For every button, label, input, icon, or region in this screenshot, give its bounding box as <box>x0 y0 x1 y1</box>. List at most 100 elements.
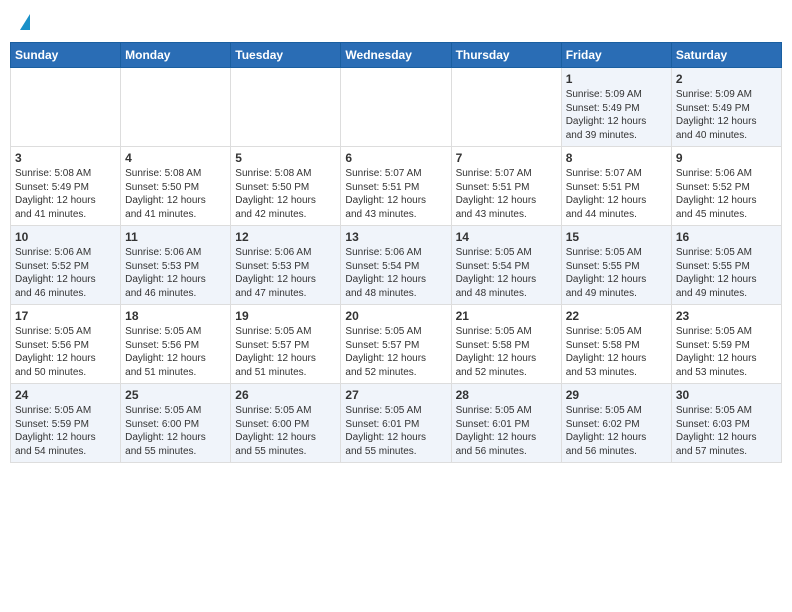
cell-info-text: Sunrise: 5:05 AM Sunset: 6:02 PM Dayligh… <box>566 404 667 458</box>
calendar-week-1: 1 Sunrise: 5:09 AM Sunset: 5:49 PM Daylig… <box>11 68 782 147</box>
calendar-cell: 27 Sunrise: 5:05 AM Sunset: 6:01 PM Dayli… <box>341 384 451 463</box>
cell-info-text: Sunrise: 5:05 AM Sunset: 5:55 PM Dayligh… <box>566 246 667 300</box>
cell-date-number: 18 <box>125 309 226 323</box>
cell-date-number: 27 <box>345 388 446 402</box>
logo <box>18 14 30 30</box>
cell-info-text: Sunrise: 5:08 AM Sunset: 5:50 PM Dayligh… <box>235 167 336 221</box>
cell-info-text: Sunrise: 5:06 AM Sunset: 5:52 PM Dayligh… <box>15 246 116 300</box>
cell-date-number: 21 <box>456 309 557 323</box>
cell-info-text: Sunrise: 5:06 AM Sunset: 5:53 PM Dayligh… <box>235 246 336 300</box>
calendar-cell: 2Sunrise: 5:09 AM Sunset: 5:49 PM Daylig… <box>671 68 781 147</box>
calendar-cell: 15Sunrise: 5:05 AM Sunset: 5:55 PM Dayli… <box>561 226 671 305</box>
cell-info-text: Sunrise: 5:05 AM Sunset: 5:57 PM Dayligh… <box>235 325 336 379</box>
cell-info-text: Sunrise: 5:05 AM Sunset: 5:54 PM Dayligh… <box>456 246 557 300</box>
calendar-header-row: SundayMondayTuesdayWednesdayThursdayFrid… <box>11 43 782 68</box>
day-header-wednesday: Wednesday <box>341 43 451 68</box>
cell-info-text: Sunrise: 5:07 AM Sunset: 5:51 PM Dayligh… <box>566 167 667 221</box>
calendar-cell: 20 Sunrise: 5:05 AM Sunset: 5:57 PM Dayli… <box>341 305 451 384</box>
day-header-thursday: Thursday <box>451 43 561 68</box>
cell-date-number: 29 <box>566 388 667 402</box>
cell-info-text: Sunrise: 5:05 AM Sunset: 5:58 PM Dayligh… <box>456 325 557 379</box>
calendar-cell: 16Sunrise: 5:05 AM Sunset: 5:55 PM Dayli… <box>671 226 781 305</box>
cell-info-text: Sunrise: 5:08 AM Sunset: 5:50 PM Dayligh… <box>125 167 226 221</box>
cell-date-number: 11 <box>125 230 226 244</box>
calendar-cell: 30 Sunrise: 5:05 AM Sunset: 6:03 PM Dayli… <box>671 384 781 463</box>
calendar-cell: 17 Sunrise: 5:05 AM Sunset: 5:56 PM Dayli… <box>11 305 121 384</box>
cell-date-number: 4 <box>125 151 226 165</box>
cell-info-text: Sunrise: 5:05 AM Sunset: 5:55 PM Dayligh… <box>676 246 777 300</box>
cell-info-text: Sunrise: 5:06 AM Sunset: 5:52 PM Dayligh… <box>676 167 777 221</box>
calendar-cell: 7 Sunrise: 5:07 AM Sunset: 5:51 PM Daylig… <box>451 147 561 226</box>
calendar-cell: 21 Sunrise: 5:05 AM Sunset: 5:58 PM Dayli… <box>451 305 561 384</box>
cell-date-number: 24 <box>15 388 116 402</box>
calendar-cell: 29 Sunrise: 5:05 AM Sunset: 6:02 PM Dayli… <box>561 384 671 463</box>
cell-date-number: 20 <box>345 309 446 323</box>
cell-date-number: 9 <box>676 151 777 165</box>
day-header-tuesday: Tuesday <box>231 43 341 68</box>
cell-date-number: 30 <box>676 388 777 402</box>
cell-date-number: 7 <box>456 151 557 165</box>
calendar-cell: 13 Sunrise: 5:06 AM Sunset: 5:54 PM Dayli… <box>341 226 451 305</box>
calendar-cell: 8 Sunrise: 5:07 AM Sunset: 5:51 PM Daylig… <box>561 147 671 226</box>
cell-date-number: 8 <box>566 151 667 165</box>
cell-date-number: 19 <box>235 309 336 323</box>
calendar-cell: 3Sunrise: 5:08 AM Sunset: 5:49 PM Daylig… <box>11 147 121 226</box>
day-header-friday: Friday <box>561 43 671 68</box>
calendar-cell: 10 Sunrise: 5:06 AM Sunset: 5:52 PM Dayli… <box>11 226 121 305</box>
cell-date-number: 26 <box>235 388 336 402</box>
cell-info-text: Sunrise: 5:09 AM Sunset: 5:49 PM Dayligh… <box>676 88 777 142</box>
cell-date-number: 1 <box>566 72 667 86</box>
calendar-cell <box>231 68 341 147</box>
cell-info-text: Sunrise: 5:05 AM Sunset: 6:00 PM Dayligh… <box>235 404 336 458</box>
day-header-saturday: Saturday <box>671 43 781 68</box>
cell-info-text: Sunrise: 5:05 AM Sunset: 5:57 PM Dayligh… <box>345 325 446 379</box>
calendar-cell: 23Sunrise: 5:05 AM Sunset: 5:59 PM Dayli… <box>671 305 781 384</box>
calendar-cell: 19 Sunrise: 5:05 AM Sunset: 5:57 PM Dayli… <box>231 305 341 384</box>
calendar-cell: 18 Sunrise: 5:05 AM Sunset: 5:56 PM Dayli… <box>121 305 231 384</box>
cell-date-number: 6 <box>345 151 446 165</box>
cell-info-text: Sunrise: 5:09 AM Sunset: 5:49 PM Dayligh… <box>566 88 667 142</box>
cell-date-number: 12 <box>235 230 336 244</box>
cell-info-text: Sunrise: 5:05 AM Sunset: 6:03 PM Dayligh… <box>676 404 777 458</box>
calendar-cell: 26 Sunrise: 5:05 AM Sunset: 6:00 PM Dayli… <box>231 384 341 463</box>
calendar-cell: 14 Sunrise: 5:05 AM Sunset: 5:54 PM Dayli… <box>451 226 561 305</box>
calendar-week-4: 17 Sunrise: 5:05 AM Sunset: 5:56 PM Dayli… <box>11 305 782 384</box>
cell-date-number: 17 <box>15 309 116 323</box>
cell-date-number: 13 <box>345 230 446 244</box>
cell-info-text: Sunrise: 5:05 AM Sunset: 6:01 PM Dayligh… <box>345 404 446 458</box>
calendar-cell: 5 Sunrise: 5:08 AM Sunset: 5:50 PM Daylig… <box>231 147 341 226</box>
cell-date-number: 5 <box>235 151 336 165</box>
cell-info-text: Sunrise: 5:05 AM Sunset: 6:00 PM Dayligh… <box>125 404 226 458</box>
calendar-cell: 12 Sunrise: 5:06 AM Sunset: 5:53 PM Dayli… <box>231 226 341 305</box>
cell-info-text: Sunrise: 5:06 AM Sunset: 5:54 PM Dayligh… <box>345 246 446 300</box>
cell-info-text: Sunrise: 5:05 AM Sunset: 5:59 PM Dayligh… <box>15 404 116 458</box>
cell-info-text: Sunrise: 5:07 AM Sunset: 5:51 PM Dayligh… <box>456 167 557 221</box>
calendar-cell <box>451 68 561 147</box>
cell-info-text: Sunrise: 5:05 AM Sunset: 5:56 PM Dayligh… <box>15 325 116 379</box>
header <box>10 10 782 34</box>
cell-info-text: Sunrise: 5:06 AM Sunset: 5:53 PM Dayligh… <box>125 246 226 300</box>
calendar-cell: 4 Sunrise: 5:08 AM Sunset: 5:50 PM Daylig… <box>121 147 231 226</box>
calendar-cell <box>341 68 451 147</box>
calendar-cell: 22Sunrise: 5:05 AM Sunset: 5:58 PM Dayli… <box>561 305 671 384</box>
calendar-week-2: 3Sunrise: 5:08 AM Sunset: 5:49 PM Daylig… <box>11 147 782 226</box>
cell-info-text: Sunrise: 5:05 AM Sunset: 5:56 PM Dayligh… <box>125 325 226 379</box>
calendar-week-5: 24 Sunrise: 5:05 AM Sunset: 5:59 PM Dayli… <box>11 384 782 463</box>
cell-date-number: 25 <box>125 388 226 402</box>
calendar-cell: 28 Sunrise: 5:05 AM Sunset: 6:01 PM Dayli… <box>451 384 561 463</box>
cell-date-number: 14 <box>456 230 557 244</box>
cell-date-number: 10 <box>15 230 116 244</box>
calendar-cell <box>121 68 231 147</box>
calendar-cell <box>11 68 121 147</box>
calendar-cell: 1 Sunrise: 5:09 AM Sunset: 5:49 PM Daylig… <box>561 68 671 147</box>
cell-info-text: Sunrise: 5:05 AM Sunset: 6:01 PM Dayligh… <box>456 404 557 458</box>
calendar-cell: 24 Sunrise: 5:05 AM Sunset: 5:59 PM Dayli… <box>11 384 121 463</box>
logo-triangle-icon <box>20 14 30 30</box>
calendar-week-3: 10 Sunrise: 5:06 AM Sunset: 5:52 PM Dayli… <box>11 226 782 305</box>
calendar-cell: 11 Sunrise: 5:06 AM Sunset: 5:53 PM Dayli… <box>121 226 231 305</box>
cell-date-number: 28 <box>456 388 557 402</box>
cell-date-number: 22 <box>566 309 667 323</box>
day-header-monday: Monday <box>121 43 231 68</box>
calendar-cell: 9 Sunrise: 5:06 AM Sunset: 5:52 PM Daylig… <box>671 147 781 226</box>
day-header-sunday: Sunday <box>11 43 121 68</box>
